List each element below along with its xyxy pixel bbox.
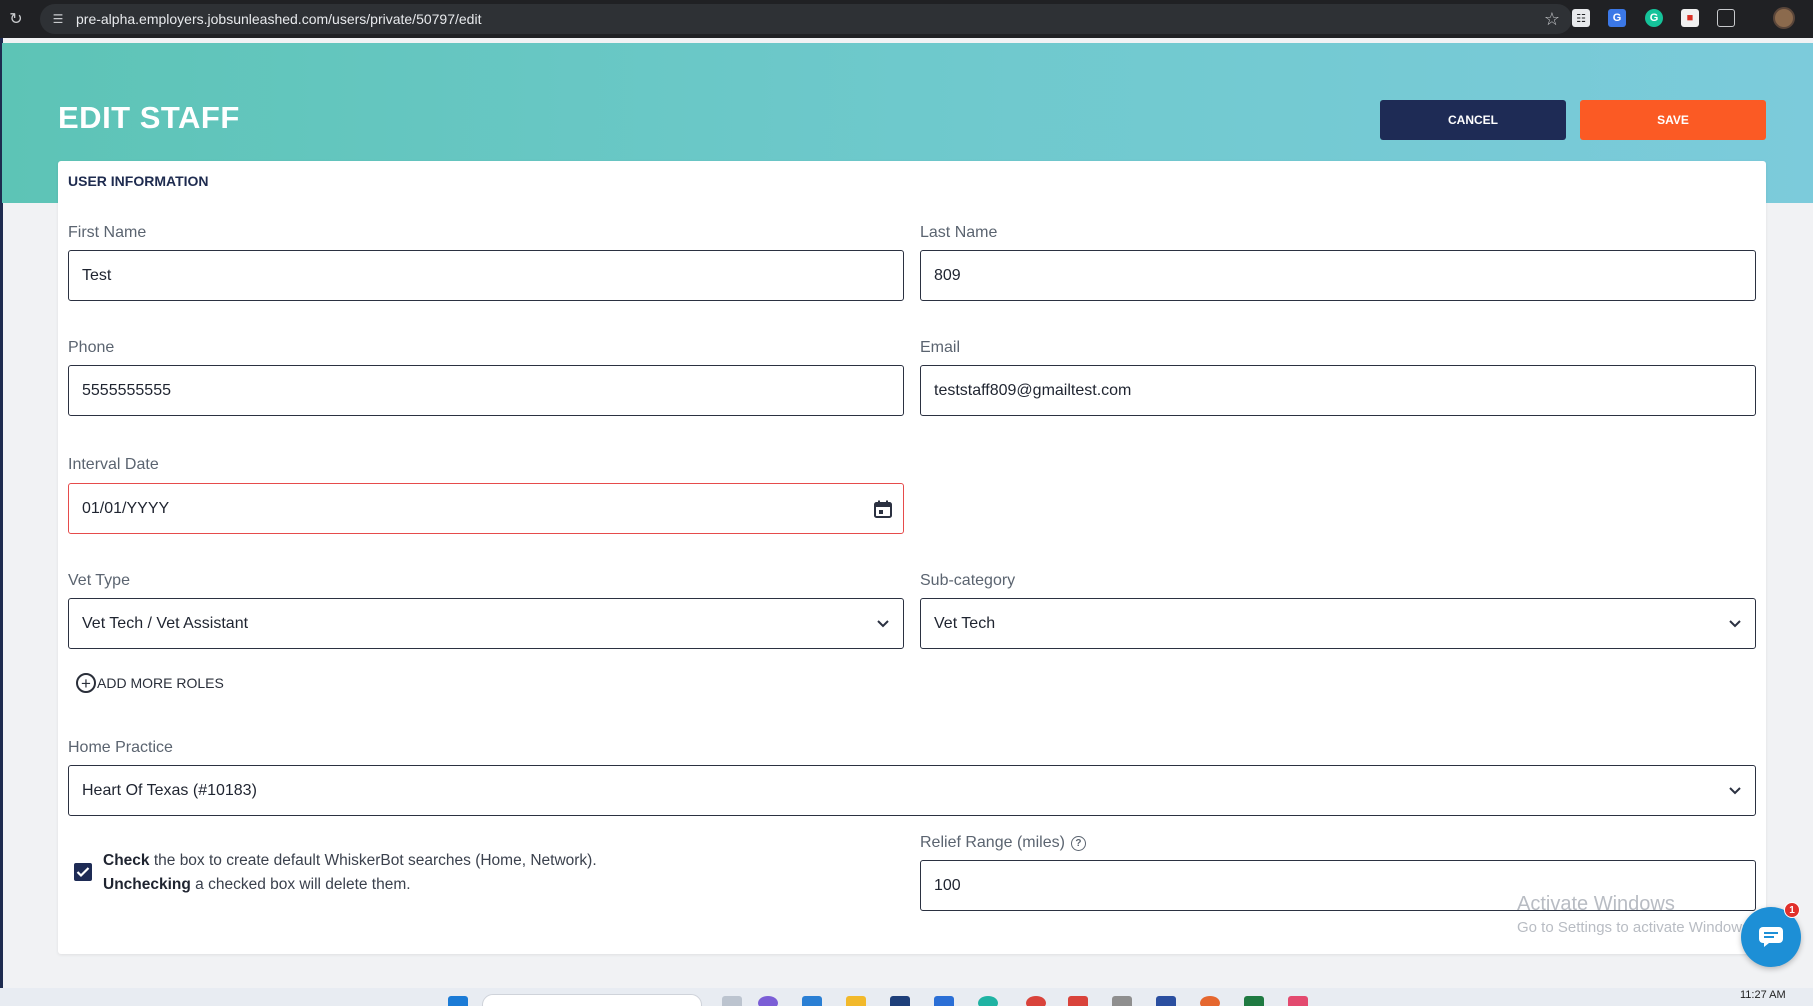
home-practice-label: Home Practice [68, 739, 173, 756]
app-icon[interactable] [1068, 996, 1088, 1006]
chat-bubble-icon [1759, 927, 1783, 947]
app-icon[interactable] [978, 996, 998, 1006]
relief-range-label-text: Relief Range (miles) [920, 834, 1065, 851]
plus-circle-icon: + [76, 673, 96, 693]
taskbar-clock: 11:27 AM [1740, 989, 1786, 1001]
user-information-card: USER INFORMATION First Name Test Last Na… [58, 161, 1766, 954]
chat-notification-badge: 1 [1784, 902, 1800, 918]
whiskerbot-uncheck-bold: Unchecking [103, 876, 191, 893]
whiskerbot-checkbox[interactable] [74, 863, 92, 881]
email-input[interactable]: teststaff809@gmailtest.com [920, 365, 1756, 416]
last-name-value: 809 [934, 266, 961, 284]
sub-category-label: Sub-category [920, 572, 1016, 589]
phone-label: Phone [68, 339, 115, 356]
save-button[interactable]: SAVE [1580, 100, 1766, 140]
activate-windows-title: Activate Windows [1517, 893, 1675, 915]
site-settings-icon[interactable]: ☰ [50, 11, 66, 27]
page-title: EDIT STAFF [58, 100, 240, 135]
whiskerbot-line-2: Unchecking a checked box will delete the… [103, 876, 411, 894]
email-value: teststaff809@gmailtest.com [934, 381, 1132, 399]
interval-date-value: 01/01/YYYY [82, 499, 170, 517]
task-view-icon[interactable] [722, 996, 742, 1006]
app-icon[interactable] [1156, 996, 1176, 1006]
interval-date-input[interactable]: 01/01/YYYY [68, 483, 904, 534]
first-name-value: Test [82, 266, 112, 284]
sub-category-select[interactable]: Vet Tech [920, 598, 1756, 649]
url-text[interactable]: pre-alpha.employers.jobsunleashed.com/us… [76, 11, 481, 27]
home-practice-value: Heart Of Texas (#10183) [82, 781, 257, 799]
windows-start-icon[interactable] [448, 996, 468, 1006]
first-name-input[interactable]: Test [68, 250, 904, 301]
relief-range-label: Relief Range (miles) ? [920, 834, 1086, 852]
add-more-roles-button[interactable]: + ADD MORE ROLES [76, 673, 224, 693]
calendar-icon[interactable] [863, 499, 903, 519]
chevron-down-icon [863, 619, 903, 629]
add-more-roles-label: ADD MORE ROLES [97, 675, 224, 691]
home-practice-select[interactable]: Heart Of Texas (#10183) [68, 765, 1756, 816]
chevron-down-icon [1715, 786, 1755, 796]
activate-windows-subtitle: Go to Settings to activate Windows. [1517, 919, 1754, 936]
checkmark-icon [76, 867, 90, 878]
excel-icon[interactable] [1244, 996, 1264, 1006]
taskbar-search-box[interactable] [482, 994, 702, 1006]
address-bar[interactable]: ☰ pre-alpha.employers.jobsunleashed.com/… [40, 4, 1572, 34]
phone-input[interactable]: 5555555555 [68, 365, 904, 416]
chevron-down-icon [1715, 619, 1755, 629]
file-explorer-icon[interactable] [846, 996, 866, 1006]
email-label: Email [920, 339, 961, 356]
app-icon[interactable] [1288, 996, 1308, 1006]
browser-toolbar: ↻ ☰ pre-alpha.employers.jobsunleashed.co… [0, 0, 1813, 38]
whiskerbot-line-1: Check the box to create default WhiskerB… [103, 852, 597, 870]
whiskerbot-line-2-rest: a checked box will delete them. [190, 876, 411, 893]
profile-avatar[interactable] [1773, 7, 1795, 29]
phone-value: 5555555555 [82, 381, 171, 399]
app-icon[interactable] [802, 996, 822, 1006]
whiskerbot-check-bold: Check [103, 852, 150, 869]
app-icon[interactable] [1200, 996, 1220, 1006]
extensions-puzzle-icon[interactable] [1717, 9, 1735, 27]
reload-icon[interactable]: ↻ [4, 9, 28, 29]
extension-grammarly-icon[interactable]: G [1645, 9, 1663, 27]
interval-date-label: Interval Date [68, 456, 159, 473]
app-icon[interactable] [1112, 996, 1132, 1006]
relief-range-value: 100 [934, 876, 961, 894]
vet-type-select[interactable]: Vet Tech / Vet Assistant [68, 598, 904, 649]
help-question-icon[interactable]: ? [1070, 835, 1086, 851]
vet-type-value: Vet Tech / Vet Assistant [82, 614, 249, 632]
teams-icon[interactable] [758, 996, 778, 1006]
section-title: USER INFORMATION [68, 173, 209, 189]
bookmark-star-icon[interactable]: ☆ [1544, 9, 1560, 30]
last-name-input[interactable]: 809 [920, 250, 1756, 301]
last-name-label: Last Name [920, 224, 998, 241]
extension-translate-icon[interactable]: G [1608, 9, 1626, 27]
extension-calendar-icon[interactable]: ■ [1681, 9, 1699, 27]
first-name-label: First Name [68, 224, 147, 241]
extension-reader-icon[interactable]: ☷ [1572, 9, 1590, 27]
chrome-icon[interactable] [1026, 996, 1046, 1006]
outlook-icon[interactable] [934, 996, 954, 1006]
sub-category-value: Vet Tech [934, 614, 996, 632]
whiskerbot-line-1-rest: the box to create default WhiskerBot sea… [149, 852, 597, 869]
app-icon[interactable] [890, 996, 910, 1006]
windows-taskbar: 11:27 AM [0, 988, 1813, 1006]
cancel-button[interactable]: CANCEL [1380, 100, 1566, 140]
vet-type-label: Vet Type [68, 572, 130, 589]
